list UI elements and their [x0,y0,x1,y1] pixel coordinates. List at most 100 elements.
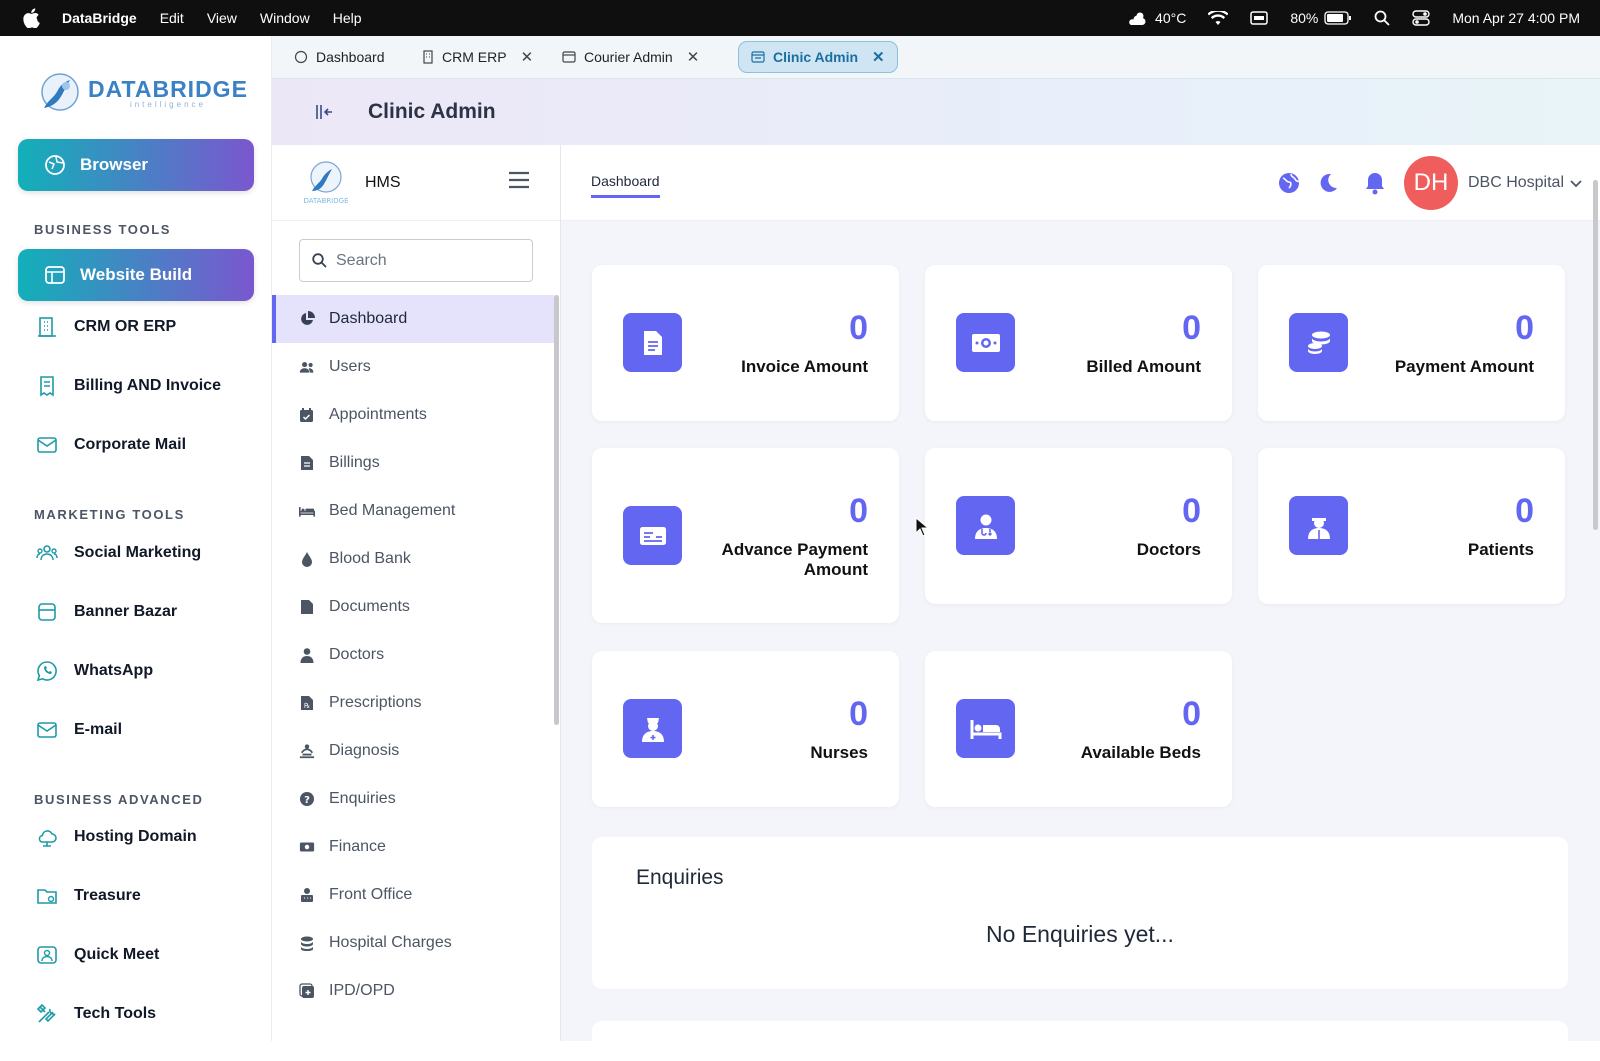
hms-logo-icon[interactable]: DATABRIDGE [298,157,354,205]
hms-nav-users[interactable]: Users [272,343,554,391]
user-avatar[interactable]: DH [1403,156,1458,210]
weather-status[interactable]: 40°C [1127,10,1186,26]
wifi-icon[interactable] [1208,10,1229,26]
enquiries-panel: Enquiries No Enquiries yet... [592,837,1568,989]
nav-email[interactable]: E-mail [36,719,122,741]
nav-meet-label: Quick Meet [74,946,160,963]
hms-nav-billings[interactable]: Billings [272,439,554,487]
nav-corporate-mail[interactable]: Corporate Mail [36,434,186,456]
website-build-button[interactable]: Website Build [18,249,254,301]
menu-view[interactable]: View [207,10,237,26]
weather-temp: 40°C [1155,10,1187,26]
spotlight-search-icon[interactable] [1374,10,1390,26]
hms-nav-diagnosis[interactable]: Diagnosis [272,727,554,775]
tab-courier-close-icon[interactable]: ✕ [687,48,700,66]
hms-nav-prescriptions[interactable]: ℞ Prescriptions [272,679,554,727]
logo-globe-icon [41,73,79,111]
hms-nav-dashboard-label: Dashboard [329,310,408,327]
invoice-icon [40,376,54,397]
tab-dashboard[interactable]: Dashboard [282,41,397,73]
hms-nav-blood-bank[interactable]: Blood Bank [272,535,554,583]
hms-nav-front-office[interactable]: Front Office [272,871,554,919]
hamburger-menu-icon[interactable] [508,171,530,189]
clock[interactable]: Mon Apr 27 4:00 PM [1452,10,1580,26]
invoice-amount-label: Invoice Amount [741,357,868,376]
weather-icon [1129,12,1146,25]
window-icon [562,51,576,63]
hms-nav-doctors[interactable]: Doctors [272,631,554,679]
nav-crm-label: CRM OR ERP [74,318,177,335]
nav-banner-bazar[interactable]: Banner Bazar [36,601,177,623]
app-name[interactable]: DataBridge [62,10,137,26]
hms-nav-dashboard[interactable]: Dashboard [272,295,554,343]
bed-icon [299,507,315,517]
battery-status[interactable]: 80% [1290,10,1352,26]
nav-mail-label: Corporate Mail [74,436,187,453]
nav-hosting-label: Hosting Domain [74,828,197,845]
nav-hosting-domain[interactable]: Hosting Domain [36,826,197,848]
menu-help[interactable]: Help [333,10,362,26]
notification-bell-icon[interactable] [1364,171,1386,195]
hms-nav-hospital-charges-label: Hospital Charges [329,934,452,951]
tab-courier-label: Courier Admin [584,49,673,65]
tab-crm-erp[interactable]: CRM ERP ✕ [410,41,545,73]
content-scrollbar[interactable] [1593,180,1598,530]
hms-nav-finance-label: Finance [329,838,386,855]
tab-crm-close-icon[interactable]: ✕ [521,48,534,66]
next-panel [592,1021,1568,1061]
hms-nav-documents[interactable]: Documents [272,583,554,631]
tab-courier-admin[interactable]: Courier Admin ✕ [550,41,711,73]
tab-clinic-close-icon[interactable]: ✕ [872,48,885,66]
nav-crm-erp[interactable]: CRM OR ERP [36,316,176,338]
hms-nav-appointments[interactable]: Appointments [272,391,554,439]
hospital-name[interactable]: DBC Hospital [1468,174,1564,192]
nav-treasure[interactable]: Treasure [36,885,141,907]
nav-social-marketing[interactable]: Social Marketing [36,542,201,564]
nav-quick-meet[interactable]: Quick Meet [36,944,159,966]
browser-icon [45,155,65,175]
card-invoice-amount[interactable]: 0 Invoice Amount [592,265,899,421]
display-icon[interactable] [1250,11,1269,25]
databridge-logo[interactable]: DATABRIDGE intelligence [36,70,248,116]
hms-nav-blood-label: Blood Bank [329,550,411,567]
tab-dashboard-label: Dashboard [316,49,385,65]
pie-chart-icon [301,311,315,325]
nav-billing-invoice[interactable]: Billing AND Invoice [36,375,221,397]
hms-nav-enquiries[interactable]: ? Enquiries [272,775,554,823]
card-doctors[interactable]: 0 Doctors [925,448,1232,604]
card-billed-amount[interactable]: 0 Billed Amount [925,265,1232,421]
front-office-icon [301,888,313,902]
control-center-icon[interactable] [1412,10,1431,26]
collapse-panel-icon[interactable] [314,102,334,122]
sidebar-scrollbar[interactable] [554,295,559,725]
prescription-icon: ℞ [301,696,313,710]
chevron-down-icon[interactable] [1570,180,1582,188]
hms-nav-ipd-opd[interactable]: IPD/OPD [272,967,554,1015]
blood-drop-icon [302,552,312,567]
website-build-label: Website Build [80,265,193,284]
hms-nav-finance[interactable]: Finance [272,823,554,871]
card-patients[interactable]: 0 Patients [1258,448,1565,604]
nav-tech-tools[interactable]: Tech Tools [36,1003,156,1025]
hms-nav-hospital-charges[interactable]: Hospital Charges [272,919,554,967]
topbar-tab-dashboard[interactable]: Dashboard [591,173,660,198]
card-advance-payment[interactable]: 0 Advance Payment Amount [592,448,899,623]
apple-icon[interactable] [22,8,40,28]
dark-mode-moon-icon[interactable] [1318,173,1338,193]
search-input[interactable]: Search [299,239,533,282]
browser-button[interactable]: Browser [18,139,254,191]
card-payment-amount[interactable]: 0 Payment Amount [1258,265,1565,421]
card-available-beds[interactable]: 0 Available Beds [925,651,1232,807]
card-nurses[interactable]: 0 Nurses [592,651,899,807]
menu-window[interactable]: Window [260,10,310,26]
nav-whatsapp[interactable]: WhatsApp [36,660,153,682]
tab-clinic-admin[interactable]: Clinic Admin ✕ [738,41,898,73]
tab-crm-label: CRM ERP [442,49,507,65]
home-icon [294,50,308,64]
payment-amount-label: Payment Amount [1394,357,1534,376]
globe-icon[interactable] [1278,172,1300,194]
menu-edit[interactable]: Edit [160,10,184,26]
page-header: Clinic Admin [272,79,1600,145]
hms-topbar: Dashboard DH DBC Hospital [561,145,1600,221]
hms-nav-bed-management[interactable]: Bed Management [272,487,554,535]
